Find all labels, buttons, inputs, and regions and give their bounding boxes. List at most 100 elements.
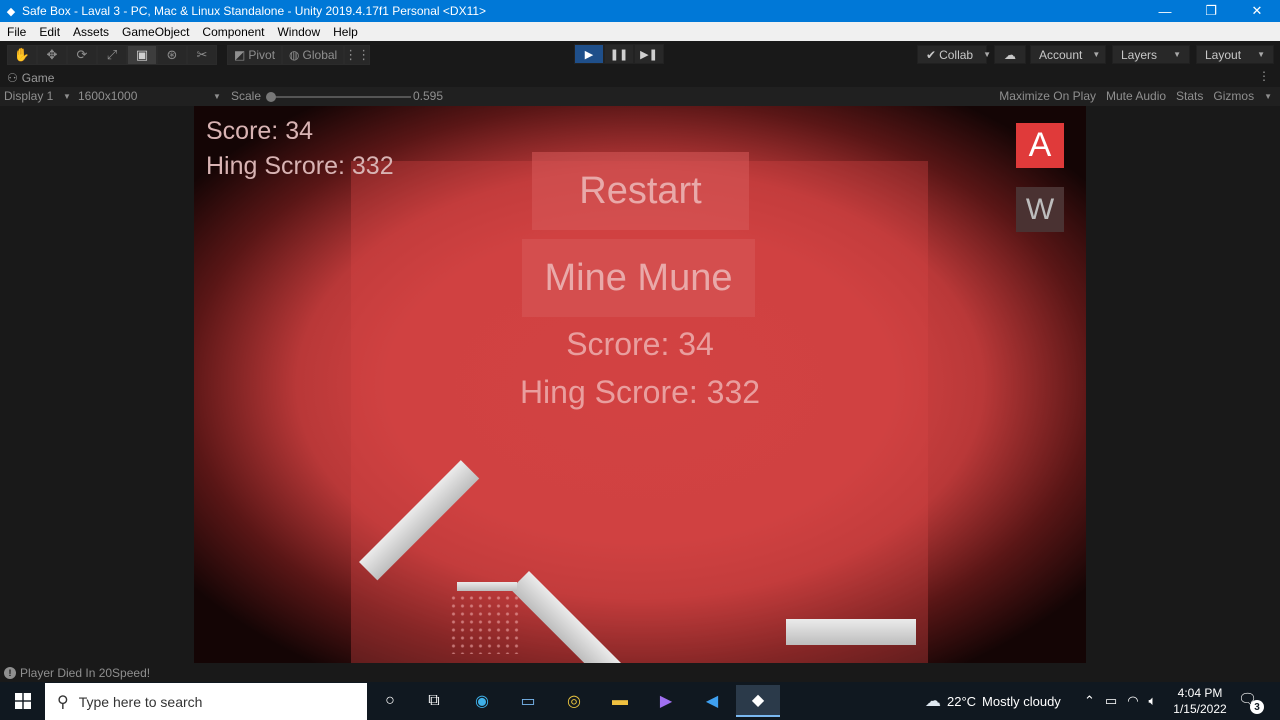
particle-effect bbox=[449, 594, 519, 654]
menu-help[interactable]: Help bbox=[326, 25, 364, 39]
chevron-down-icon: ▼ bbox=[1257, 50, 1265, 59]
menu-window[interactable]: Window bbox=[270, 25, 326, 39]
console-status-bar[interactable]: ! Player Died In 20Speed! bbox=[0, 663, 1280, 682]
restore-button[interactable]: ❐ bbox=[1188, 0, 1234, 22]
account-label: Account bbox=[1039, 47, 1083, 62]
weather-widget[interactable]: ☁ 22°C Mostly cloudy bbox=[925, 682, 1061, 720]
key-a-indicator[interactable]: A bbox=[1016, 123, 1064, 168]
hud-score: Score: 34 bbox=[206, 117, 314, 145]
game-view-toggles: Maximize On Play Mute Audio Stats Gizmos… bbox=[999, 89, 1272, 103]
custom-tool-icon[interactable]: ✂ bbox=[187, 45, 217, 65]
weather-description: Mostly cloudy bbox=[982, 693, 1061, 709]
hud-high-score: Hing Scrore: 332 bbox=[206, 152, 394, 180]
screen: ◆ Safe Box - Laval 3 - PC, Mac & Linux S… bbox=[0, 0, 1280, 720]
notification-count-badge: 3 bbox=[1250, 700, 1264, 714]
layout-label: Layout bbox=[1205, 47, 1242, 62]
transform-tools: ✋ ✥ ⟳ ⤢ ▣ ⊛ ✂ bbox=[7, 45, 217, 65]
menu-bar: File Edit Assets GameObject Component Wi… bbox=[0, 22, 1280, 41]
cortana-icon[interactable]: ○ bbox=[368, 685, 412, 717]
scale-slider-track[interactable] bbox=[271, 96, 411, 98]
taskbar-search[interactable]: ⚲ Type here to search bbox=[45, 683, 367, 720]
main-menu-label: Mine Mune bbox=[544, 256, 733, 299]
layers-label: Layers bbox=[1121, 47, 1158, 62]
scale-slider-handle[interactable] bbox=[266, 92, 276, 102]
minimize-button[interactable]: — bbox=[1142, 0, 1188, 22]
global-label: Global bbox=[302, 48, 338, 62]
globe-icon: ◍ bbox=[289, 48, 300, 62]
display-dropdown[interactable]: Display 1 bbox=[4, 89, 53, 103]
grid-snap-icon[interactable]: ⋮⋮ bbox=[344, 45, 371, 65]
game-viewport[interactable]: Score: 34 Hing Scrore: 332 Restart Mine … bbox=[194, 106, 1086, 663]
scale-label: Scale bbox=[231, 89, 262, 103]
visual-studio-icon[interactable]: ▶ bbox=[644, 685, 688, 717]
pause-icon: ❚❚ bbox=[609, 48, 629, 61]
chevron-down-icon: ▼ bbox=[63, 92, 71, 101]
volume-icon[interactable]: 🔈︎ bbox=[1149, 693, 1157, 709]
panel-high-score: Hing Scrore: 332 bbox=[519, 374, 761, 410]
move-tool-icon[interactable]: ✥ bbox=[37, 45, 67, 65]
wifi-icon[interactable]: ◠ bbox=[1127, 693, 1138, 709]
collab-dropdown[interactable]: ✔ Collab ▼ bbox=[917, 45, 991, 64]
menu-component[interactable]: Component bbox=[195, 25, 270, 39]
cloud-button[interactable]: ☁ bbox=[994, 45, 1026, 64]
account-dropdown[interactable]: Account ▼ bbox=[1030, 45, 1106, 64]
cloud-icon: ☁ bbox=[925, 693, 941, 710]
menu-edit[interactable]: Edit bbox=[32, 25, 66, 39]
windows-taskbar: ⚲ Type here to search ○ ⧉ ◉ ▭ ◎ ▬ ▶ ◀ ◆ … bbox=[0, 682, 1280, 720]
play-button[interactable]: ▶ bbox=[574, 44, 604, 64]
chevron-down-icon: ▼ bbox=[1092, 50, 1101, 59]
scale-tool-icon[interactable]: ⤢ bbox=[97, 45, 127, 65]
battery-icon[interactable]: ▭ bbox=[1105, 693, 1117, 709]
main-menu-button[interactable]: Mine Mune bbox=[522, 239, 755, 317]
rotate-tool-icon[interactable]: ⟳ bbox=[67, 45, 97, 65]
key-w-indicator[interactable]: W bbox=[1016, 187, 1064, 232]
mute-audio-toggle[interactable]: Mute Audio bbox=[1106, 89, 1166, 103]
tab-game[interactable]: Game bbox=[22, 71, 55, 85]
menu-gameobject[interactable]: GameObject bbox=[115, 25, 195, 39]
remote-desktop-icon[interactable]: ▭ bbox=[506, 685, 550, 717]
hand-tool-icon[interactable]: ✋ bbox=[7, 45, 37, 65]
chevron-down-icon[interactable]: ▼ bbox=[1264, 89, 1272, 103]
more-options-icon[interactable]: ⋮ bbox=[1258, 69, 1270, 83]
chevron-up-icon[interactable]: ⌃ bbox=[1084, 693, 1095, 709]
search-icon: ⚲ bbox=[57, 693, 69, 711]
weather-temp: 22°C bbox=[947, 693, 977, 709]
restart-label: Restart bbox=[579, 169, 702, 212]
file-explorer-icon[interactable]: ▬ bbox=[598, 685, 642, 717]
close-button[interactable]: ✕ bbox=[1234, 0, 1280, 22]
edge-browser-icon[interactable]: ◉ bbox=[460, 685, 504, 717]
task-view-icon[interactable]: ⧉ bbox=[412, 685, 456, 717]
taskbar-clock[interactable]: 4:04 PM 1/15/2022 bbox=[1170, 685, 1230, 717]
gizmos-toggle[interactable]: Gizmos bbox=[1213, 89, 1254, 103]
gamepad-icon: ⚇ bbox=[7, 71, 18, 85]
chevron-down-icon: ▼ bbox=[983, 50, 992, 59]
layers-dropdown[interactable]: Layers ▼ bbox=[1112, 45, 1190, 64]
window-title-bar: ◆ Safe Box - Laval 3 - PC, Mac & Linux S… bbox=[0, 0, 1280, 22]
resolution-dropdown[interactable]: 1600x1000 bbox=[78, 89, 137, 103]
maximize-on-play-toggle[interactable]: Maximize On Play bbox=[999, 89, 1096, 103]
step-button[interactable]: ▶❚ bbox=[634, 44, 664, 64]
status-message: Player Died In 20Speed! bbox=[20, 665, 151, 680]
start-button[interactable] bbox=[0, 682, 45, 720]
stats-toggle[interactable]: Stats bbox=[1176, 89, 1203, 103]
menu-assets[interactable]: Assets bbox=[66, 25, 115, 39]
floor-plank bbox=[786, 619, 916, 645]
center-small-plank bbox=[457, 582, 517, 591]
rect-tool-icon[interactable]: ▣ bbox=[127, 45, 157, 65]
search-placeholder: Type here to search bbox=[78, 693, 203, 710]
notifications-button[interactable]: 🗨︎ 3 bbox=[1238, 690, 1264, 714]
chrome-browser-icon[interactable]: ◎ bbox=[552, 685, 596, 717]
vscode-icon[interactable]: ◀ bbox=[690, 685, 734, 717]
scale-value: 0.595 bbox=[413, 89, 444, 103]
transform-tool-icon[interactable]: ⊛ bbox=[157, 45, 187, 65]
unity-taskbar-icon[interactable]: ◆ bbox=[736, 685, 780, 717]
game-view-controls: Display 1 ▼ 1600x1000 ▼ Scale 0.595 Maxi… bbox=[0, 87, 1280, 106]
pause-button[interactable]: ❚❚ bbox=[604, 44, 634, 64]
check-icon: ✔ bbox=[926, 47, 937, 62]
layout-dropdown[interactable]: Layout ▼ bbox=[1196, 45, 1274, 64]
menu-file[interactable]: File bbox=[0, 25, 32, 39]
game-tab-bar: ⚇ Game ⋮ bbox=[0, 69, 1280, 87]
restart-button[interactable]: Restart bbox=[532, 152, 749, 230]
global-toggle[interactable]: ◍ Global bbox=[282, 45, 345, 65]
pivot-toggle[interactable]: ◩ Pivot bbox=[227, 45, 283, 65]
